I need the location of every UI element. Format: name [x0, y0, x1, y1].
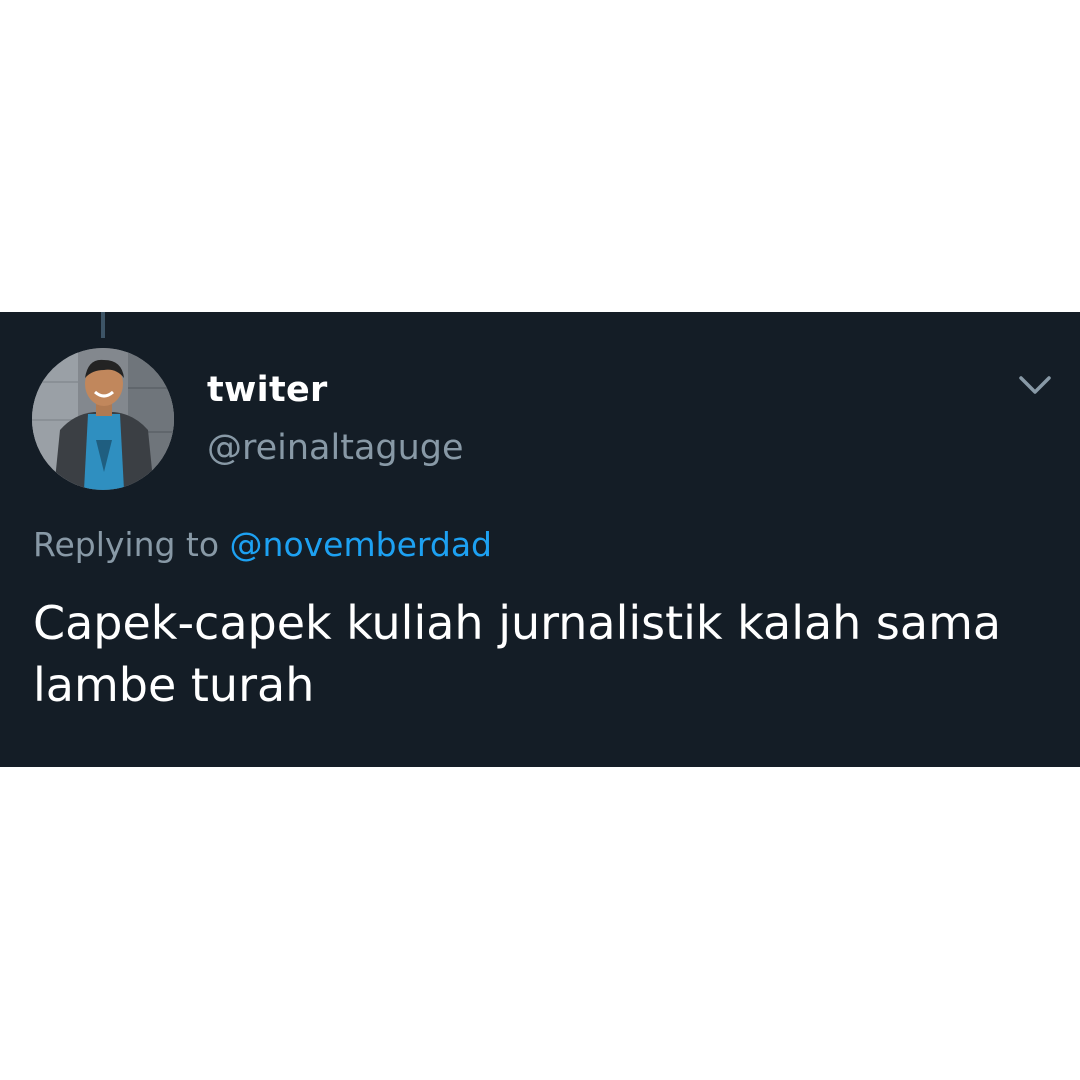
thread-connector-line: [101, 312, 105, 338]
replying-to-line: Replying to @novemberdad: [33, 525, 492, 564]
avatar[interactable]: [32, 348, 174, 490]
replying-to-mention-link[interactable]: @novemberdad: [230, 525, 492, 564]
chevron-down-icon: [1019, 376, 1051, 394]
tweet-menu-button[interactable]: [1012, 368, 1058, 402]
tweet-card: twiter @reinaltaguge Replying to @novemb…: [0, 312, 1080, 767]
replying-to-label: Replying to: [33, 525, 230, 564]
tweet-text: Capek-capek kuliah jurnalistik kalah sam…: [33, 596, 1002, 712]
user-handle[interactable]: @reinaltaguge: [207, 428, 464, 468]
user-avatar-photo: [32, 348, 174, 490]
display-name[interactable]: twiter: [207, 370, 328, 410]
